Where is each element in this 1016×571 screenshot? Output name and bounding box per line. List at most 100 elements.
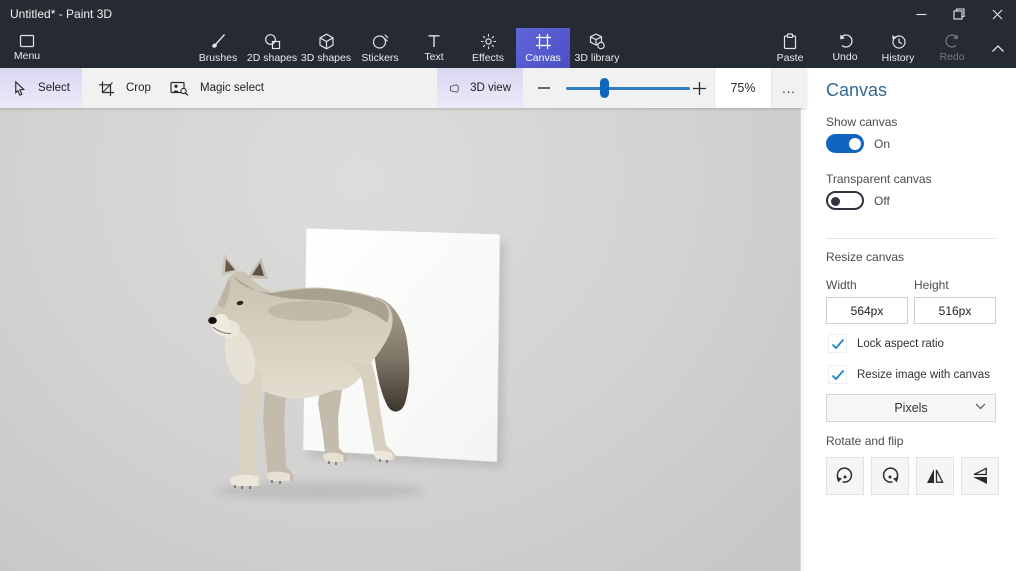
select-cursor-icon: [12, 80, 27, 97]
minus-icon: [537, 81, 551, 95]
minimize-button[interactable]: [902, 0, 940, 28]
flip-horizontal-button[interactable]: [916, 457, 954, 495]
rotate-right-button[interactable]: [871, 457, 909, 495]
rotate-right-icon: [879, 465, 901, 487]
menu-icon: [19, 34, 35, 48]
tab-2d-shapes[interactable]: 2D shapes: [245, 28, 299, 68]
redo-button[interactable]: Redo: [924, 28, 980, 68]
titlebar: Untitled* - Paint 3D: [0, 0, 1016, 28]
crop-icon: [98, 80, 115, 97]
restore-icon: [953, 8, 965, 20]
action-label: Paste: [777, 52, 804, 64]
toggle-knob: [849, 138, 861, 150]
checkmark-icon: [831, 369, 845, 381]
3d-view-button[interactable]: 3D view: [437, 68, 523, 108]
panel-title: Canvas: [826, 80, 887, 101]
select-tool-button[interactable]: Select: [0, 68, 82, 108]
chevron-down-icon: [975, 403, 986, 410]
checkmark-icon: [831, 338, 845, 350]
zoom-slider-track[interactable]: [566, 87, 690, 90]
resize-image-label: Resize image with canvas: [857, 369, 990, 381]
flip-horizontal-icon: [924, 465, 946, 487]
window-title: Untitled* - Paint 3D: [10, 7, 112, 21]
select-tool-label: Select: [38, 82, 70, 94]
undo-icon: [837, 33, 854, 49]
magic-select-icon: [170, 80, 189, 96]
paste-icon: [782, 33, 798, 50]
show-canvas-label: Show canvas: [826, 115, 897, 129]
brush-icon: [209, 33, 227, 50]
workspace-viewport[interactable]: [0, 108, 800, 571]
action-label: History: [882, 52, 915, 64]
text-icon: [426, 33, 442, 49]
close-button[interactable]: [978, 0, 1016, 28]
plus-icon: [692, 81, 707, 96]
show-canvas-state: On: [874, 137, 890, 151]
flip-vertical-icon: [969, 465, 991, 487]
zoom-value: 75%: [730, 81, 755, 95]
width-input[interactable]: [826, 297, 908, 324]
more-options-button[interactable]: ...: [772, 68, 806, 108]
3d-view-icon: [449, 81, 459, 96]
zoom-in-button[interactable]: [688, 68, 710, 108]
3d-shapes-icon: [318, 33, 335, 50]
tab-3d-shapes[interactable]: 3D shapes: [299, 28, 353, 68]
rotate-left-button[interactable]: [826, 457, 864, 495]
ellipsis-icon: ...: [782, 81, 796, 96]
rotate-flip-section-label: Rotate and flip: [826, 434, 903, 448]
window-controls: [902, 0, 1016, 28]
menu-label: Menu: [14, 50, 40, 62]
undo-button[interactable]: Undo: [817, 28, 873, 68]
tab-brushes[interactable]: Brushes: [191, 28, 245, 68]
tab-label: 2D shapes: [247, 52, 297, 64]
chevron-up-icon: [991, 44, 1005, 53]
tab-text[interactable]: Text: [407, 28, 461, 68]
zoom-out-button[interactable]: [533, 68, 555, 108]
zoom-slider-thumb[interactable]: [600, 78, 609, 98]
transparent-canvas-toggle[interactable]: [826, 191, 864, 210]
resize-canvas-section-label: Resize canvas: [826, 250, 904, 264]
tab-canvas[interactable]: Canvas: [516, 28, 570, 68]
action-label: Redo: [939, 51, 964, 63]
toggle-knob: [831, 197, 840, 206]
resize-image-with-canvas-checkbox[interactable]: Resize image with canvas: [828, 365, 990, 384]
tab-3d-library[interactable]: 3D library: [570, 28, 624, 68]
magic-select-button[interactable]: Magic select: [158, 68, 276, 108]
canvas-icon: [535, 33, 552, 50]
lock-aspect-ratio-checkbox[interactable]: Lock aspect ratio: [828, 334, 944, 353]
paste-button[interactable]: Paste: [762, 28, 818, 68]
wolf-nose: [208, 317, 217, 324]
tab-effects[interactable]: Effects: [461, 28, 515, 68]
main-toolbar: Menu Brushes 2D shapes 3D shapes: [0, 28, 1016, 68]
collapse-ribbon-button[interactable]: [984, 28, 1012, 68]
zoom-percentage[interactable]: 75%: [714, 68, 772, 108]
tab-label: 3D library: [575, 52, 620, 64]
close-icon: [992, 9, 1003, 20]
transparent-canvas-label: Transparent canvas: [826, 172, 932, 186]
stickers-icon: [372, 33, 389, 50]
3d-library-icon: [588, 33, 606, 50]
2d-shapes-icon: [264, 33, 281, 50]
tab-stickers[interactable]: Stickers: [353, 28, 407, 68]
height-label: Height: [914, 278, 949, 292]
paint3d-window: Untitled* - Paint 3D Menu: [0, 0, 1016, 571]
section-divider: [826, 238, 996, 239]
flip-vertical-button[interactable]: [961, 457, 999, 495]
units-dropdown[interactable]: Pixels: [826, 394, 996, 422]
lock-aspect-label: Lock aspect ratio: [857, 338, 944, 350]
history-button[interactable]: History: [870, 28, 926, 68]
redo-icon: [944, 33, 961, 49]
3d-view-label: 3D view: [470, 82, 511, 94]
show-canvas-toggle[interactable]: [826, 134, 864, 153]
history-icon: [890, 33, 907, 50]
maximize-button[interactable]: [940, 0, 978, 28]
crop-tool-button[interactable]: Crop: [86, 68, 163, 108]
tab-label: Effects: [472, 52, 504, 64]
height-input[interactable]: [914, 297, 996, 324]
canvas-settings-panel: Canvas Show canvas On Transparent canvas…: [806, 68, 1016, 571]
tab-label: Text: [424, 51, 443, 63]
checkbox: [828, 334, 847, 353]
tool-options-bar: Select Crop Magic select 3D view: [0, 68, 806, 108]
effects-icon: [480, 33, 497, 50]
menu-button[interactable]: Menu: [6, 28, 48, 68]
